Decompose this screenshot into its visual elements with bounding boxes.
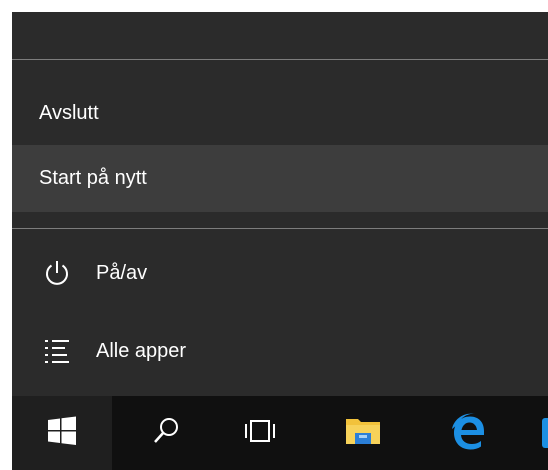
- restart-label: Start på nytt: [39, 167, 147, 189]
- power-label: På/av: [96, 261, 148, 284]
- all-apps-label: Alle apper: [96, 339, 187, 362]
- search-button[interactable]: [125, 396, 207, 470]
- task-view-button[interactable]: [219, 396, 301, 470]
- partial-taskbar-icon[interactable]: [542, 418, 548, 448]
- taskbar: [12, 396, 548, 470]
- shutdown-option[interactable]: Avslutt: [12, 80, 548, 147]
- shutdown-label: Avslutt: [39, 102, 99, 124]
- start-button[interactable]: [12, 396, 112, 470]
- all-apps-button[interactable]: Alle apper: [12, 322, 548, 380]
- task-view-icon: [242, 415, 278, 452]
- search-icon: [150, 415, 182, 452]
- windows-logo-icon: [46, 415, 78, 452]
- list-icon: [42, 335, 82, 367]
- file-explorer-icon: [343, 413, 383, 454]
- start-menu: Avslutt Start på nytt På/av Alle apper: [12, 12, 548, 396]
- power-options-flyout: Avslutt Start på nytt: [12, 59, 548, 229]
- power-icon: [42, 257, 82, 289]
- start-menu-top-area: [12, 12, 548, 59]
- restart-option[interactable]: Start på nytt: [12, 145, 548, 212]
- power-button[interactable]: På/av: [12, 244, 548, 302]
- edge-button[interactable]: [427, 396, 509, 470]
- file-explorer-button[interactable]: [322, 396, 404, 470]
- edge-icon: [448, 411, 488, 456]
